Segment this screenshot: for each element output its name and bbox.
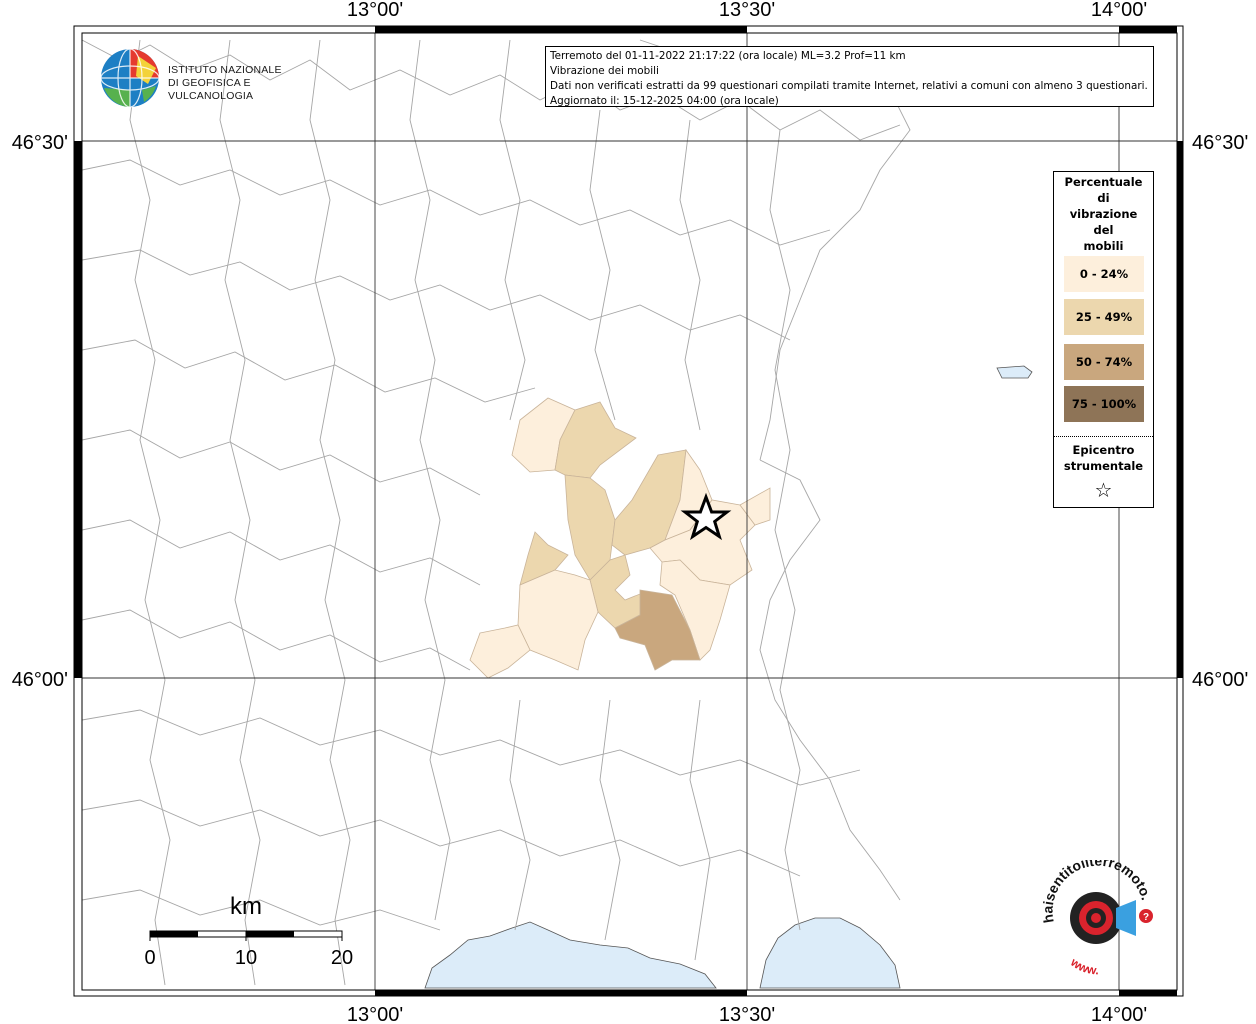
- left-tick-label: 46°00': [12, 669, 68, 691]
- right-tick-label: 46°30': [1192, 132, 1248, 154]
- commune-shade-0-24: [517, 569, 599, 671]
- legend-epicenter-label: Epicentro strumentale: [1063, 443, 1144, 473]
- ingv-name-line2: DI GEOFISICA E VULCANOLOGIA: [168, 77, 254, 102]
- top-tick-label: 14°00': [1091, 0, 1147, 21]
- ingv-globe-icon: [100, 48, 160, 108]
- top-tick-label: 13°30': [719, 0, 775, 21]
- legend-swatch-0-24: 0 - 24%: [1064, 256, 1144, 292]
- legend-star-icon: ☆: [1094, 478, 1113, 502]
- map-subject: Vibrazione dei mobili: [550, 65, 659, 77]
- event-info-box: Terremoto del 01-11-2022 21:17:22 (ora l…: [545, 46, 1154, 107]
- ingv-logo: ISTITUTO NAZIONALE DI GEOFISICA E VULCAN…: [98, 46, 318, 110]
- legend-title: Percentuale di vibrazione del mobili: [1064, 175, 1143, 253]
- legend-separator: [1054, 436, 1153, 437]
- updated-timestamp: Aggiornato il: 15-12-2025 04:00 (ora loc…: [550, 95, 779, 107]
- right-tick-labels: 46°30' 46°00': [1192, 132, 1248, 691]
- bottom-tick-label: 13°00': [347, 1004, 403, 1024]
- scale-label-0: 0: [144, 947, 155, 969]
- legend-swatch-75-100: 75 - 100%: [1064, 386, 1144, 422]
- data-note: Dati non verificati estratti da 99 quest…: [550, 80, 1148, 92]
- top-tick-labels: 13°00' 13°30' 14°00': [347, 0, 1147, 21]
- ingv-name-line1: ISTITUTO NAZIONALE: [168, 64, 282, 76]
- svg-text:www.: www.: [1067, 954, 1099, 977]
- bottom-tick-labels: 13°00' 13°30' 14°00': [347, 1004, 1147, 1024]
- left-tick-labels: 46°30' 46°00': [12, 132, 68, 691]
- badge-question: ?: [1143, 912, 1149, 923]
- legend-swatch-50-74: 50 - 74%: [1064, 344, 1144, 380]
- legend-swatch-25-49: 25 - 49%: [1064, 299, 1144, 335]
- bottom-tick-label: 13°30': [719, 1004, 775, 1024]
- scale-label-20: 20: [331, 947, 353, 969]
- right-tick-label: 46°00': [1192, 669, 1248, 691]
- scale-unit: km: [230, 893, 262, 920]
- scale-bar: km 0 10 20: [144, 893, 353, 969]
- municipal-borders: [81, 39, 911, 986]
- top-tick-label: 13°00': [347, 0, 403, 21]
- bottom-tick-label: 14°00': [1091, 1004, 1147, 1024]
- legend: Percentuale di vibrazione del mobili 0 -…: [1053, 171, 1154, 508]
- badge-text-bottom: www.: [1067, 954, 1099, 977]
- scale-label-10: 10: [235, 947, 257, 969]
- shaded-communes: [469, 397, 771, 679]
- left-tick-label: 46°30': [12, 132, 68, 154]
- event-title: Terremoto del 01-11-2022 21:17:22 (ora l…: [550, 50, 906, 62]
- haisentito-logo-icon: ? haisentitoilterremoto.it www.: [1036, 860, 1155, 978]
- commune-shade-0-24: [469, 624, 531, 679]
